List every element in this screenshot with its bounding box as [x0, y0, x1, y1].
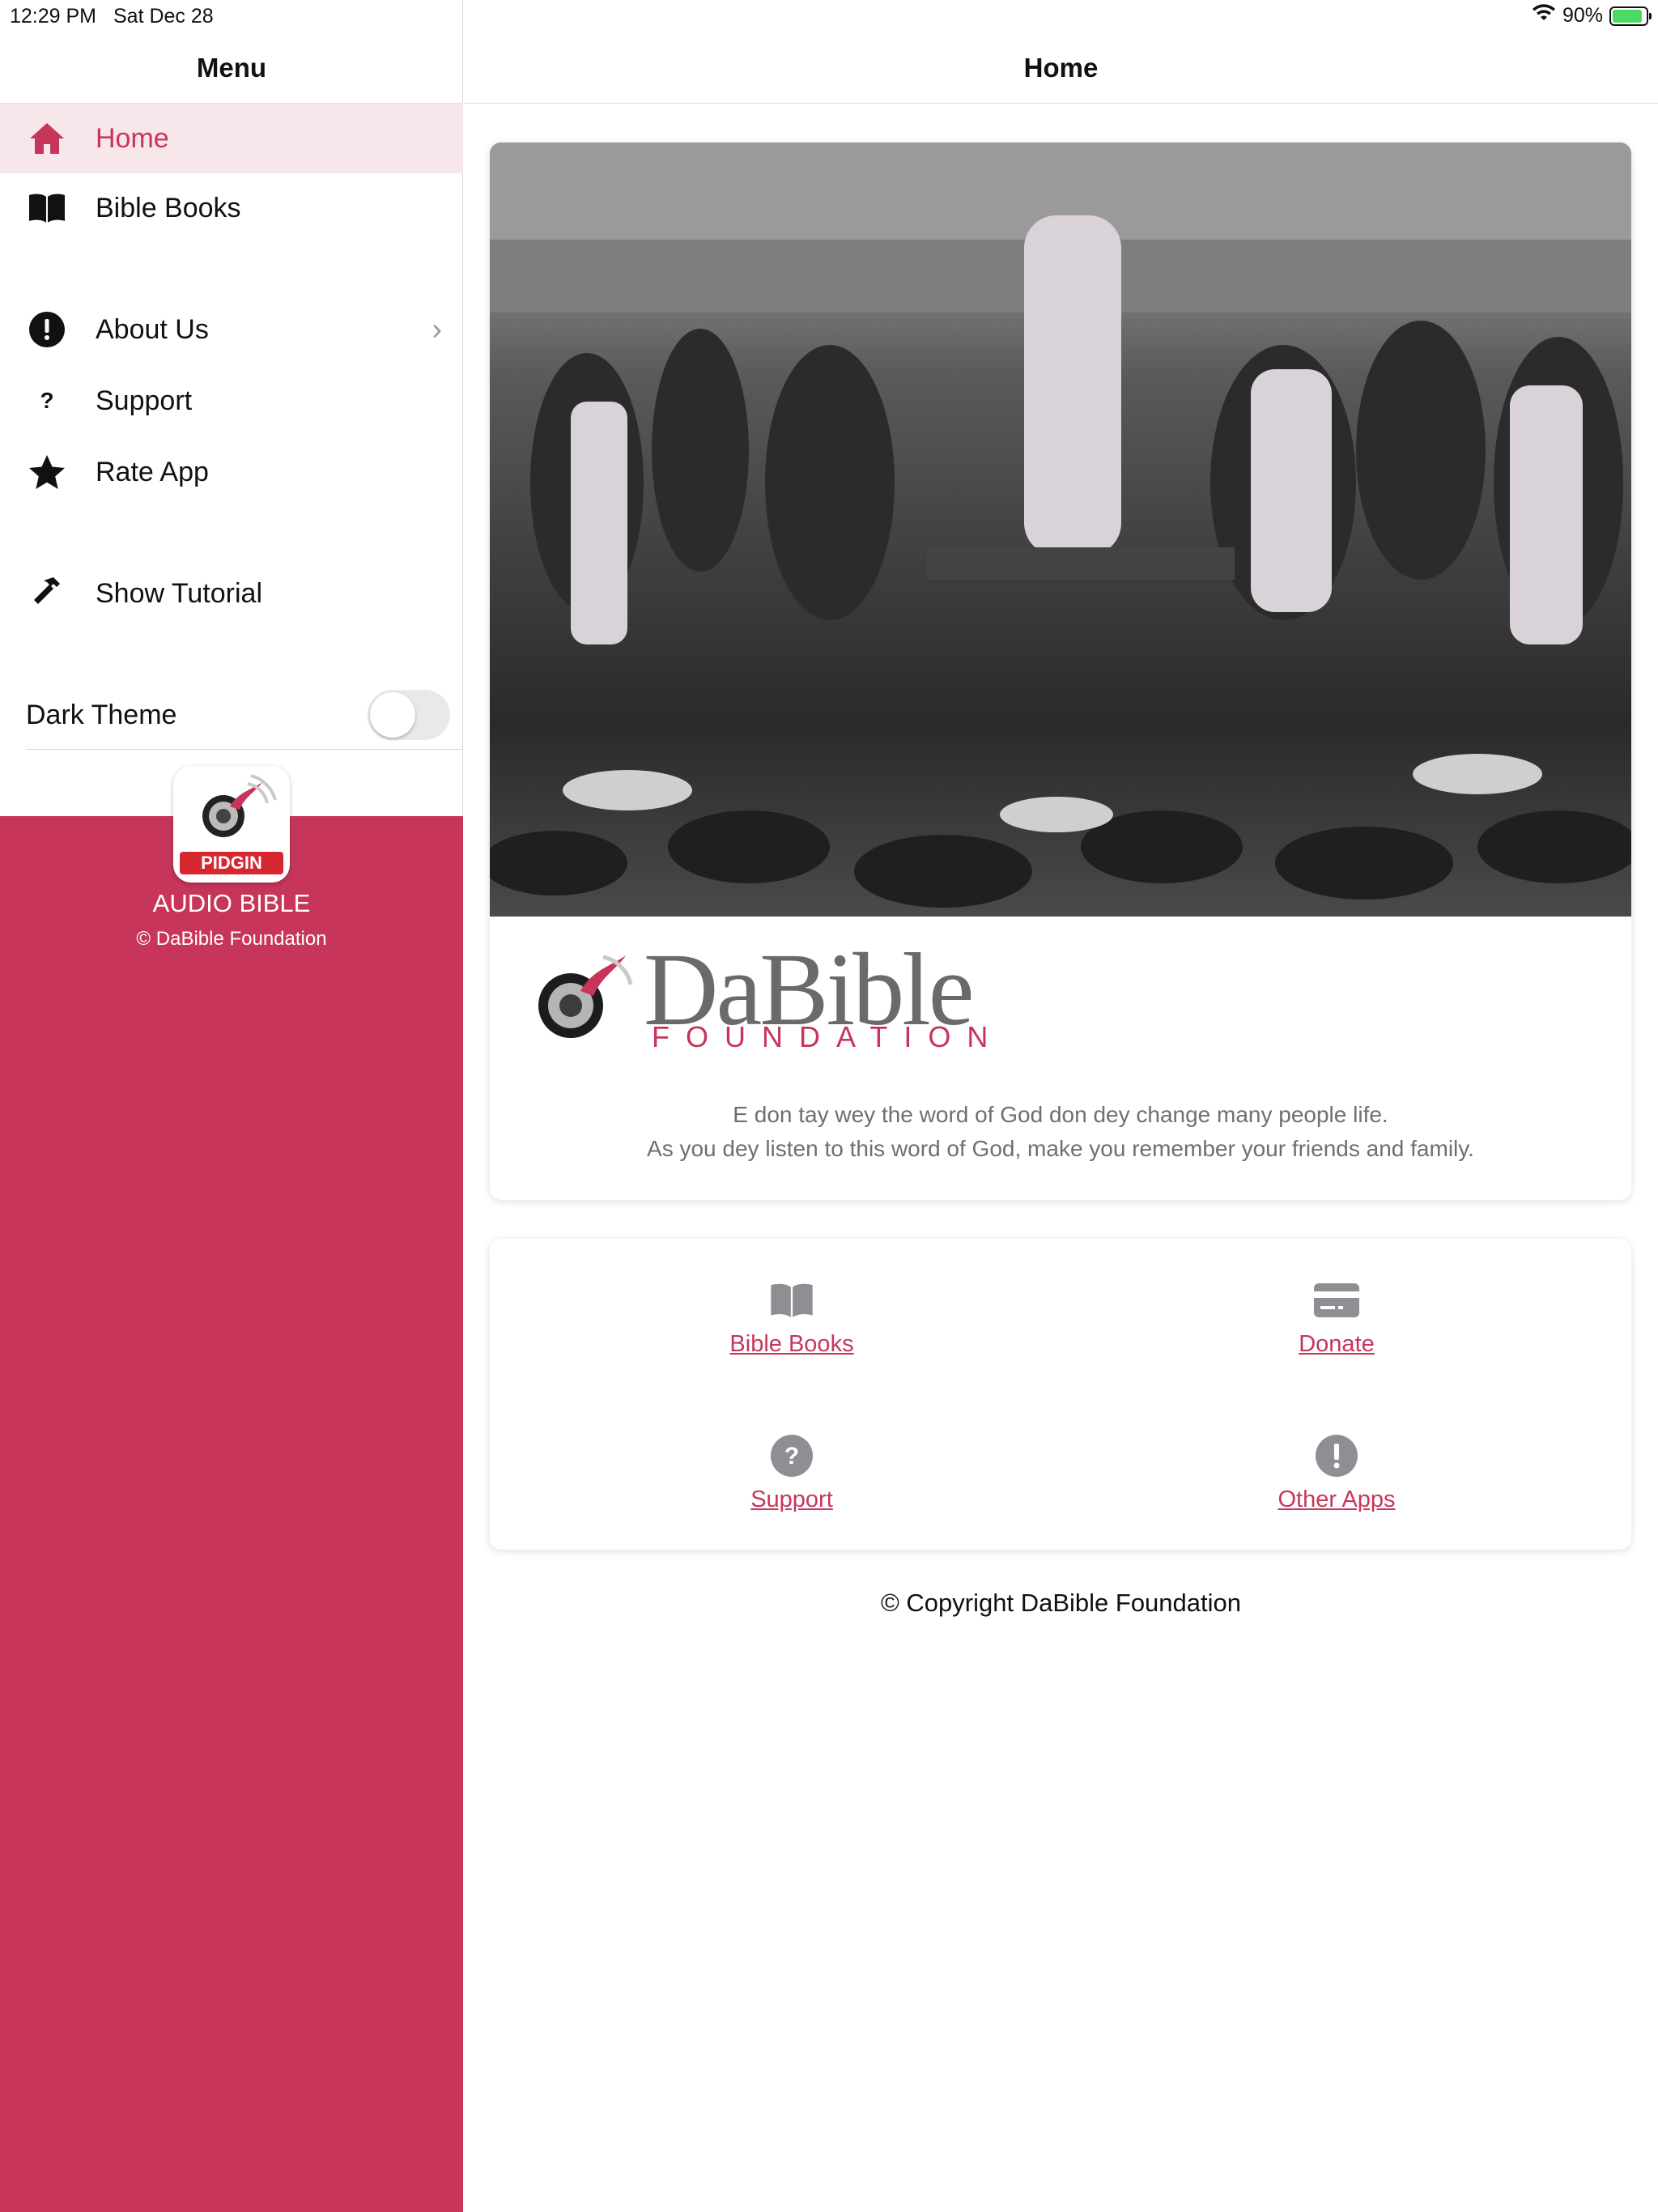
sidebar-item-rate-app[interactable]: Rate App	[0, 437, 463, 507]
card-icon	[1314, 1278, 1359, 1323]
sidebar-item-home[interactable]: Home	[0, 104, 463, 173]
book-icon	[26, 187, 68, 229]
speaker-logo-icon	[202, 774, 277, 837]
dabible-logo: DaBible FOUNDATION	[522, 933, 1089, 1054]
book-icon	[769, 1278, 814, 1323]
exclamation-circle-icon	[26, 308, 68, 351]
tagline: E don tay wey the word of God don dey ch…	[490, 1098, 1631, 1166]
chevron-right-icon: ›	[432, 312, 442, 347]
tagline-line: As you dey listen to this word of God, m…	[647, 1136, 1474, 1161]
sidebar-item-label: Rate App	[96, 456, 209, 487]
app-logo: PIDGIN	[173, 766, 290, 883]
sidebar-item-about-us[interactable]: About Us ›	[0, 295, 463, 364]
hero-photo	[490, 143, 1631, 917]
sidebar-item-show-tutorial[interactable]: Show Tutorial	[0, 559, 463, 628]
brand-copyright: © DaBible Foundation	[136, 928, 327, 950]
link-bible-books[interactable]: Bible Books	[630, 1278, 954, 1375]
dark-theme-label: Dark Theme	[26, 700, 177, 730]
tagline-line: E don tay wey the word of God don dey ch…	[733, 1102, 1388, 1127]
question-icon: ?	[40, 388, 54, 413]
sidebar-item-label: About Us	[96, 313, 209, 345]
battery-icon	[1609, 6, 1652, 26]
status-bar: 12:29 PM Sat Dec 28 90%	[0, 0, 1658, 32]
sidebar-item-bible-books[interactable]: Bible Books	[0, 173, 463, 243]
sidebar: Menu Home Bible Books About Us › ? Suppo…	[0, 0, 463, 2212]
link-other-apps[interactable]: Other Apps	[1175, 1433, 1499, 1530]
link-label[interactable]: Support	[630, 1487, 954, 1513]
star-icon	[26, 451, 68, 493]
logo-subtitle: FOUNDATION	[652, 1020, 1005, 1053]
status-time: 12:29 PM	[10, 5, 97, 28]
link-label[interactable]: Donate	[1175, 1331, 1499, 1358]
sidebar-item-label: Support	[96, 385, 193, 416]
question-circle-icon: ?	[769, 1433, 814, 1478]
brand-title: AUDIO BIBLE	[152, 889, 311, 917]
status-right: 90%	[1532, 3, 1652, 28]
page-title: Home	[464, 32, 1658, 104]
svg-text:?: ?	[784, 1443, 799, 1470]
hammer-icon	[26, 572, 68, 615]
link-donate[interactable]: Donate	[1175, 1278, 1499, 1375]
home-icon	[26, 117, 68, 160]
exclamation-circle-icon	[1314, 1433, 1359, 1478]
link-label[interactable]: Other Apps	[1175, 1487, 1499, 1513]
sidebar-brand-panel	[0, 816, 463, 2212]
dark-theme-row: Dark Theme	[26, 682, 463, 750]
battery-percent: 90%	[1562, 4, 1603, 27]
sidebar-item-label: Show Tutorial	[96, 577, 262, 609]
link-label[interactable]: Bible Books	[630, 1331, 954, 1358]
sidebar-item-label: Home	[96, 122, 169, 154]
sidebar-item-label: Bible Books	[96, 192, 241, 223]
footer-copyright: © Copyright DaBible Foundation	[880, 1589, 1242, 1617]
pidgin-badge: PIDGIN	[180, 852, 283, 874]
crowd-photo-image	[490, 143, 1631, 908]
quick-links-card: Bible Books Donate ? Support Other Apps	[490, 1239, 1631, 1550]
sidebar-title: Menu	[0, 32, 463, 104]
dark-theme-toggle[interactable]	[368, 690, 450, 740]
status-date: Sat Dec 28	[113, 5, 214, 28]
hero-card: DaBible FOUNDATION	[490, 143, 1631, 1200]
link-support[interactable]: ? Support	[630, 1433, 954, 1530]
sidebar-item-support[interactable]: ? Support	[0, 366, 463, 436]
wifi-icon	[1532, 3, 1556, 28]
speaker-logo-icon	[538, 955, 633, 1038]
